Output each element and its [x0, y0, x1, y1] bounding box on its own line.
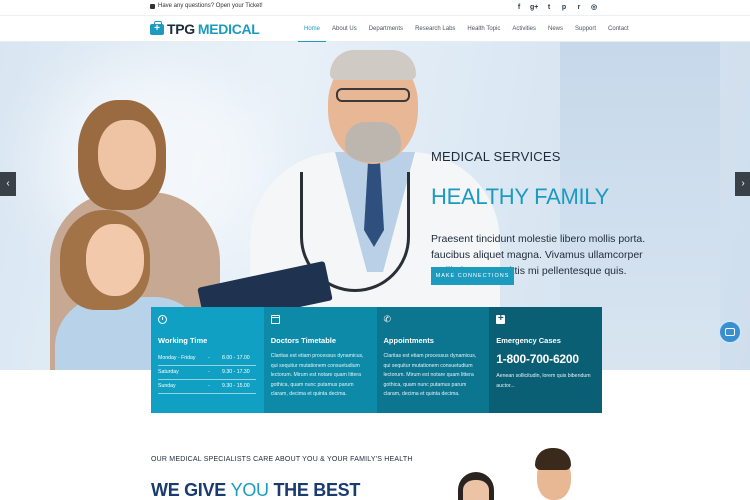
working-time-box: Working Time Monday - Friday - 8.00 - 17…	[151, 307, 264, 413]
nurse-face	[463, 480, 489, 500]
nav-news[interactable]: News	[542, 16, 569, 42]
medical-kit-icon	[150, 20, 164, 35]
hours-time: 9.30 - 15.00	[222, 383, 250, 389]
nav-contact[interactable]: Contact	[602, 16, 635, 42]
doctors-timetable-title: Doctors Timetable	[270, 336, 337, 345]
working-hours-list: Monday - Friday - 8.00 - 17.00 Saturday …	[158, 352, 256, 394]
headline-word-3: THE BEST	[273, 480, 361, 500]
page: Have any questions? Open your Ticket! f …	[0, 0, 750, 500]
clock-icon	[158, 315, 167, 324]
make-connections-button[interactable]: MAKE CONNECTIONS	[431, 267, 514, 285]
hours-dash: -	[208, 383, 210, 389]
pinterest-icon[interactable]: p	[560, 3, 568, 12]
hours-row: Monday - Friday - 8.00 - 17.00	[158, 352, 256, 366]
emergency-title: Emergency Cases	[496, 336, 561, 345]
hours-day: Saturday	[158, 369, 179, 375]
emergency-box: Emergency Cases 1-800-700-6200 Aenean so…	[489, 307, 602, 413]
specialist-hair	[535, 448, 571, 470]
nav-departments[interactable]: Departments	[363, 16, 409, 42]
hours-day: Monday - Friday	[158, 355, 196, 361]
main-navbar: TPG MEDICAL Home About Us Departments Re…	[0, 16, 750, 42]
ticket-text: Have any questions? Open your Ticket!	[158, 3, 263, 9]
appointments-title: Appointments	[383, 336, 434, 345]
twitter-icon[interactable]: t	[545, 3, 553, 12]
hero-kicker: MEDICAL SERVICES	[431, 149, 561, 164]
dribbble-icon[interactable]: ◎	[590, 3, 598, 12]
section-kicker: OUR MEDICAL SPECIALISTS CARE ABOUT YOU &…	[151, 456, 413, 463]
social-links: f g+ t p r ◎	[515, 3, 598, 12]
section-headline: WE GIVE YOU THE BEST	[151, 480, 360, 500]
hero-caption: MEDICAL SERVICES HEALTHY FAMILY Praesent…	[431, 149, 691, 279]
top-bar: Have any questions? Open your Ticket! f …	[0, 0, 750, 16]
girl-face	[86, 224, 144, 296]
nav-activities[interactable]: Activities	[506, 16, 542, 42]
google-plus-icon[interactable]: g+	[530, 3, 538, 12]
appointments-text: Claritas est etiam processus dynamicus, …	[383, 353, 477, 397]
working-time-title: Working Time	[158, 336, 208, 345]
chat-button[interactable]	[718, 320, 742, 344]
appointments-box[interactable]: ✆ Appointments Claritas est etiam proces…	[376, 307, 490, 413]
hours-dash: -	[208, 355, 210, 361]
nav-about-us[interactable]: About Us	[326, 16, 363, 42]
hours-row: Sunday - 9.30 - 15.00	[158, 380, 256, 394]
mother-face	[98, 120, 156, 190]
hero-headline: HEALTHY FAMILY	[431, 184, 609, 209]
nav-research-labs[interactable]: Research Labs	[409, 16, 461, 42]
calendar-icon	[270, 315, 280, 324]
rss-icon[interactable]: r	[575, 3, 583, 12]
hours-dash: -	[208, 369, 210, 375]
hours-time: 8.00 - 17.00	[222, 355, 250, 361]
info-boxes: Working Time Monday - Friday - 8.00 - 17…	[151, 307, 602, 413]
plus-icon	[496, 313, 506, 324]
site-logo[interactable]: TPG MEDICAL	[150, 20, 260, 37]
hours-day: Sunday	[158, 383, 176, 389]
hours-row: Saturday - 9.30 - 17.30	[158, 366, 256, 380]
emergency-phone[interactable]: 1-800-700-6200	[496, 352, 595, 366]
doctor-hair	[330, 50, 416, 80]
logo-text-accent: MEDICAL	[197, 21, 260, 37]
doctors-timetable-box[interactable]: Doctors Timetable Claritas est etiam pro…	[263, 307, 377, 413]
doctor-glasses	[336, 88, 410, 102]
nav-home[interactable]: Home	[298, 16, 327, 42]
doctor-beard	[345, 122, 401, 162]
emergency-text: Aenean sollicitudin, lorem quis bibendum…	[496, 373, 591, 389]
slider-prev-arrow-icon[interactable]: ‹	[0, 172, 16, 196]
headline-word-1: WE GIVE	[151, 480, 226, 500]
slider-next-arrow-icon[interactable]: ›	[735, 172, 750, 196]
headline-word-2: YOU	[230, 480, 269, 500]
nav-health-topic[interactable]: Health Topic	[461, 16, 506, 42]
logo-text-primary: TPG	[167, 21, 195, 37]
doctors-timetable-text: Claritas est etiam processus dynamicus, …	[270, 353, 364, 397]
ticket-link[interactable]: Have any questions? Open your Ticket!	[150, 3, 263, 9]
nav-support[interactable]: Support	[569, 16, 602, 42]
chat-icon	[725, 328, 735, 336]
ticket-icon	[150, 3, 155, 9]
facebook-icon[interactable]: f	[515, 3, 523, 12]
phone-icon: ✆	[383, 314, 392, 324]
hours-time: 9.30 - 17.30	[222, 369, 250, 375]
main-menu: Home About Us Departments Research Labs …	[298, 16, 635, 42]
